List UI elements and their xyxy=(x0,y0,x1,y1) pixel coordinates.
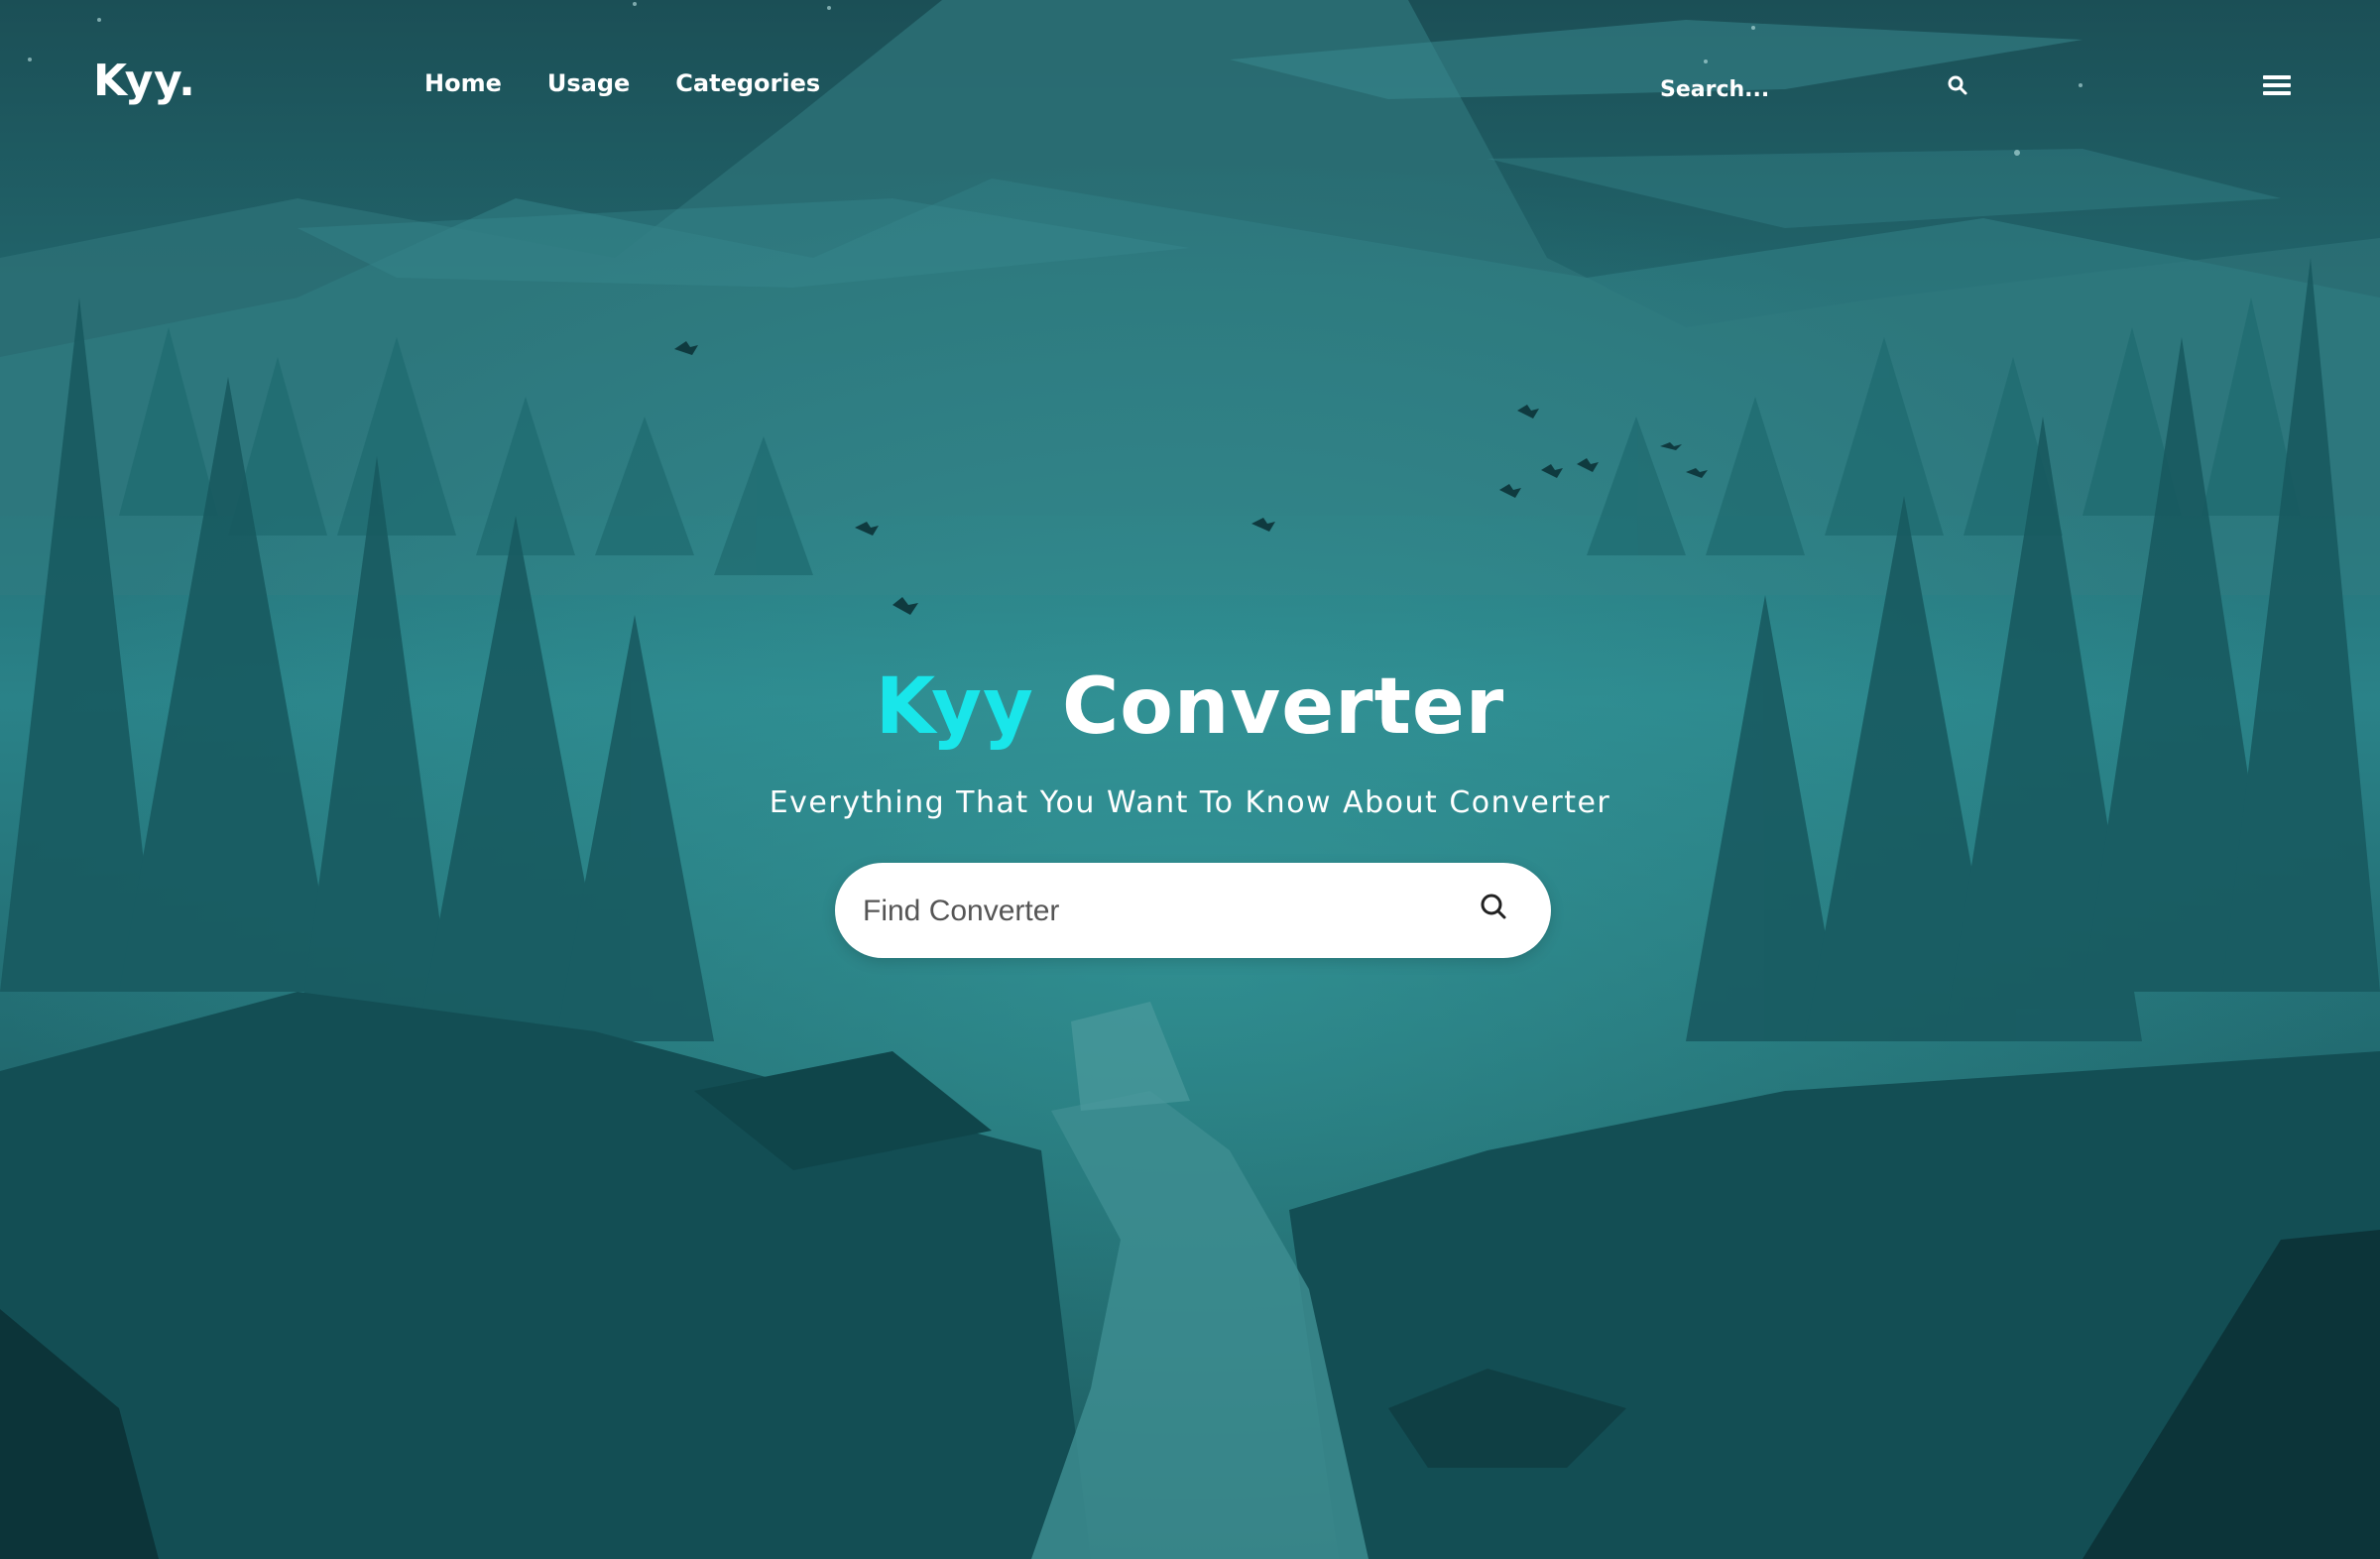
search-icon[interactable] xyxy=(1946,73,1969,97)
hero-title-accent: Kyy xyxy=(875,662,1034,752)
hero-title: Kyy Converter xyxy=(0,662,2380,752)
main-navigation: Home Usage Categories xyxy=(424,69,820,97)
forest-landscape-illustration xyxy=(0,0,2380,1559)
converter-search-input[interactable] xyxy=(861,863,1420,960)
background-illustration xyxy=(0,0,2380,1559)
site-logo[interactable]: Kyy. xyxy=(93,56,195,106)
converter-search-box xyxy=(835,863,1551,960)
hamburger-menu-icon[interactable] xyxy=(2263,75,2291,99)
search-icon[interactable] xyxy=(1478,891,1509,922)
hero-subtitle: Everything That You Want To Know About C… xyxy=(769,785,1611,820)
hero-title-main: Converter xyxy=(1062,662,1505,752)
nav-item-usage[interactable]: Usage xyxy=(547,69,630,97)
header-search-input[interactable] xyxy=(1658,73,1960,105)
nav-item-categories[interactable]: Categories xyxy=(675,69,820,97)
nav-item-home[interactable]: Home xyxy=(424,69,502,97)
